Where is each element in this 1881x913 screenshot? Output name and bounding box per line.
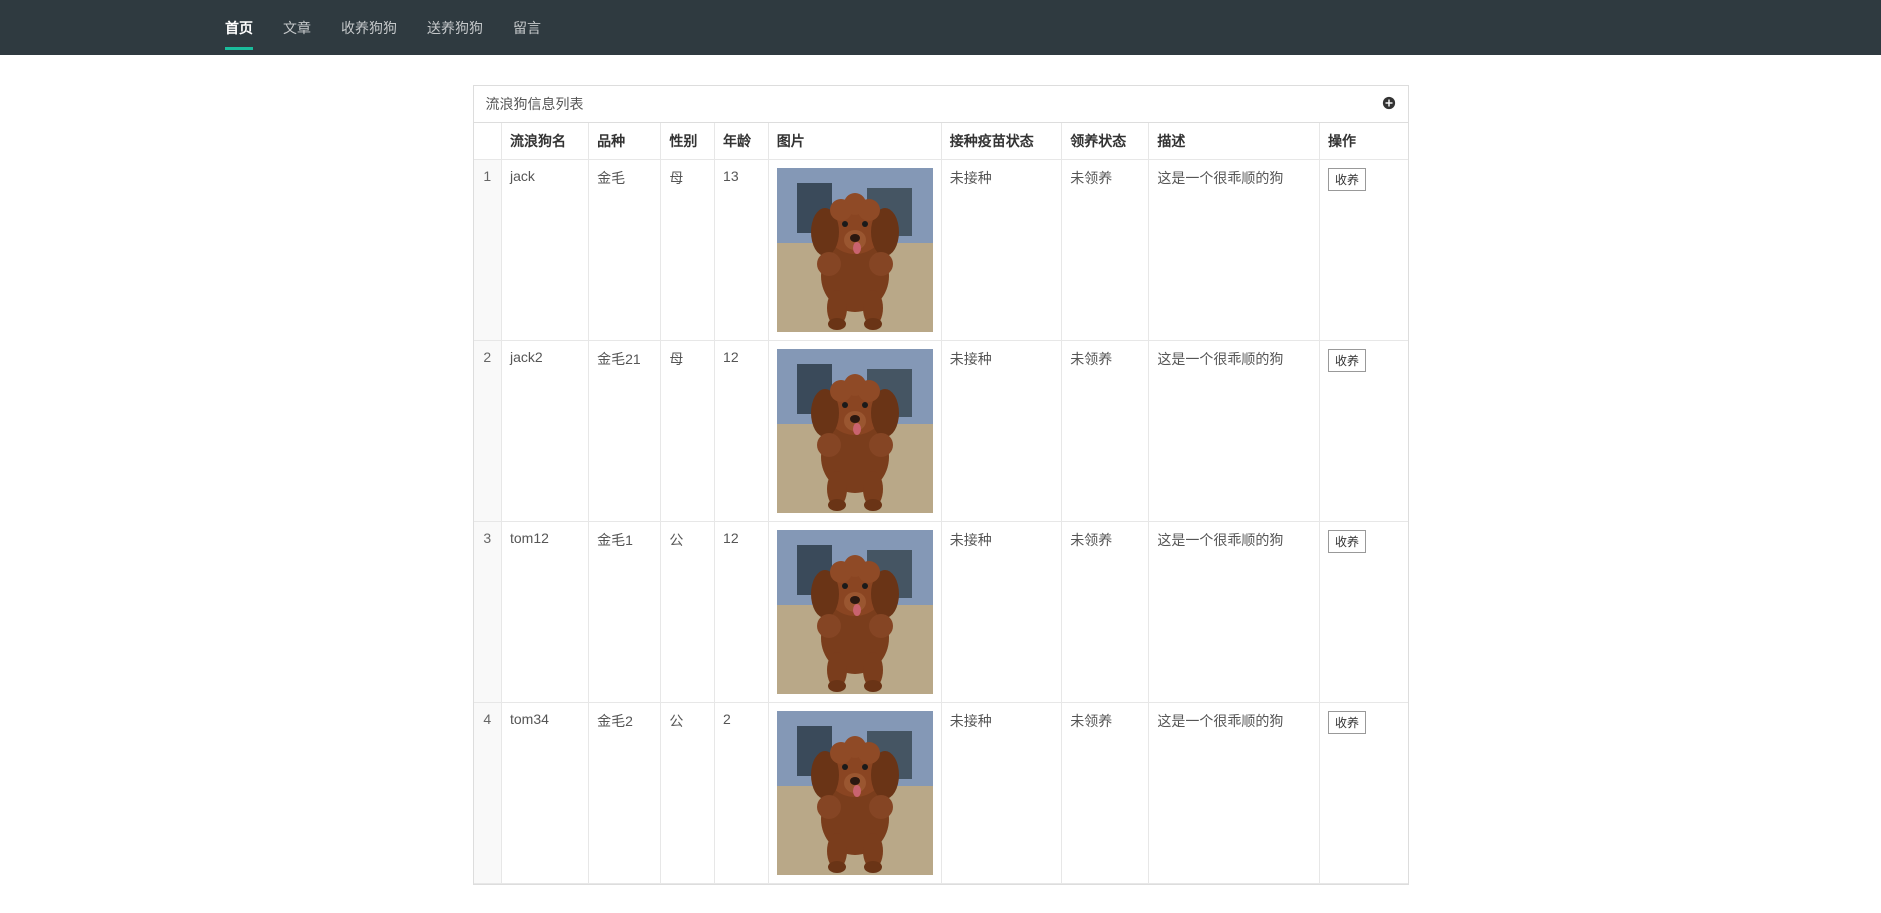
table-row: 2 jack2 金毛21 母 12 未接种 未领养 这是一个很乖顺的狗 收养 — [474, 341, 1408, 522]
cell-op: 收养 — [1320, 160, 1408, 341]
cell-adopt: 未领养 — [1062, 703, 1149, 884]
cell-adopt: 未领养 — [1062, 160, 1149, 341]
th-vaccine: 接种疫苗状态 — [941, 123, 1062, 160]
cell-op: 收养 — [1320, 341, 1408, 522]
cell-name: tom34 — [502, 703, 589, 884]
nav-item-adopt[interactable]: 收养狗狗 — [326, 1, 412, 55]
cell-name: jack2 — [502, 341, 589, 522]
th-gender: 性别 — [661, 123, 715, 160]
cell-age: 12 — [715, 522, 769, 703]
cell-age: 13 — [715, 160, 769, 341]
cell-idx: 1 — [474, 160, 502, 341]
nav-link-home[interactable]: 首页 — [210, 1, 268, 55]
dog-thumbnail — [777, 168, 933, 332]
dog-thumbnail — [777, 711, 933, 875]
th-op: 操作 — [1320, 123, 1408, 160]
cell-desc: 这是一个很乖顺的狗 — [1149, 522, 1320, 703]
table-row: 4 tom34 金毛2 公 2 未接种 未领养 这是一个很乖顺的狗 收养 — [474, 703, 1408, 884]
nav-item-message[interactable]: 留言 — [498, 1, 556, 55]
nav-link-give[interactable]: 送养狗狗 — [412, 1, 498, 55]
panel: 流浪狗信息列表 流浪狗名 品种 性别 年龄 图片 接种疫苗状态 领养状态 描述 … — [473, 85, 1409, 885]
cell-op: 收养 — [1320, 703, 1408, 884]
cell-breed: 金毛 — [589, 160, 661, 341]
top-navbar: 首页 文章 收养狗狗 送养狗狗 留言 — [0, 0, 1881, 55]
cell-op: 收养 — [1320, 522, 1408, 703]
cell-gender: 公 — [661, 522, 715, 703]
cell-name: tom12 — [502, 522, 589, 703]
th-image: 图片 — [768, 123, 941, 160]
cell-vaccine: 未接种 — [941, 160, 1062, 341]
cell-desc: 这是一个很乖顺的狗 — [1149, 703, 1320, 884]
table-row: 3 tom12 金毛1 公 12 未接种 未领养 这是一个很乖顺的狗 收养 — [474, 522, 1408, 703]
adopt-button[interactable]: 收养 — [1328, 711, 1366, 734]
adopt-button[interactable]: 收养 — [1328, 168, 1366, 191]
cell-adopt: 未领养 — [1062, 522, 1149, 703]
cell-image — [768, 160, 941, 341]
th-desc: 描述 — [1149, 123, 1320, 160]
cell-vaccine: 未接种 — [941, 703, 1062, 884]
th-name: 流浪狗名 — [502, 123, 589, 160]
dog-thumbnail — [777, 349, 933, 513]
cell-desc: 这是一个很乖顺的狗 — [1149, 160, 1320, 341]
cell-vaccine: 未接种 — [941, 522, 1062, 703]
th-age: 年龄 — [715, 123, 769, 160]
panel-header: 流浪狗信息列表 — [474, 86, 1408, 123]
cell-gender: 母 — [661, 341, 715, 522]
nav-list: 首页 文章 收养狗狗 送养狗狗 留言 — [210, 1, 556, 55]
th-breed: 品种 — [589, 123, 661, 160]
panel-title: 流浪狗信息列表 — [486, 94, 584, 114]
cell-age: 2 — [715, 703, 769, 884]
cell-gender: 母 — [661, 160, 715, 341]
nav-item-home[interactable]: 首页 — [210, 1, 268, 55]
nav-item-give[interactable]: 送养狗狗 — [412, 1, 498, 55]
th-idx — [474, 123, 502, 160]
cell-breed: 金毛2 — [589, 703, 661, 884]
cell-breed: 金毛21 — [589, 341, 661, 522]
nav-item-articles[interactable]: 文章 — [268, 1, 326, 55]
cell-breed: 金毛1 — [589, 522, 661, 703]
cell-gender: 公 — [661, 703, 715, 884]
th-adopt: 领养状态 — [1062, 123, 1149, 160]
table-header-row: 流浪狗名 品种 性别 年龄 图片 接种疫苗状态 领养状态 描述 操作 — [474, 123, 1408, 160]
nav-link-articles[interactable]: 文章 — [268, 1, 326, 55]
cell-age: 12 — [715, 341, 769, 522]
adopt-button[interactable]: 收养 — [1328, 530, 1366, 553]
dogs-table: 流浪狗名 品种 性别 年龄 图片 接种疫苗状态 领养状态 描述 操作 1 jac… — [474, 123, 1408, 884]
adopt-button[interactable]: 收养 — [1328, 349, 1366, 372]
cell-image — [768, 341, 941, 522]
dog-thumbnail — [777, 530, 933, 694]
cell-idx: 2 — [474, 341, 502, 522]
nav-link-message[interactable]: 留言 — [498, 1, 556, 55]
cell-vaccine: 未接种 — [941, 341, 1062, 522]
nav-link-adopt[interactable]: 收养狗狗 — [326, 1, 412, 55]
cell-image — [768, 703, 941, 884]
add-button[interactable] — [1382, 96, 1396, 113]
cell-desc: 这是一个很乖顺的狗 — [1149, 341, 1320, 522]
cell-idx: 3 — [474, 522, 502, 703]
table-row: 1 jack 金毛 母 13 未接种 未领养 这是一个很乖顺的狗 收养 — [474, 160, 1408, 341]
cell-image — [768, 522, 941, 703]
cell-name: jack — [502, 160, 589, 341]
plus-circle-icon — [1382, 96, 1396, 110]
cell-idx: 4 — [474, 703, 502, 884]
cell-adopt: 未领养 — [1062, 341, 1149, 522]
